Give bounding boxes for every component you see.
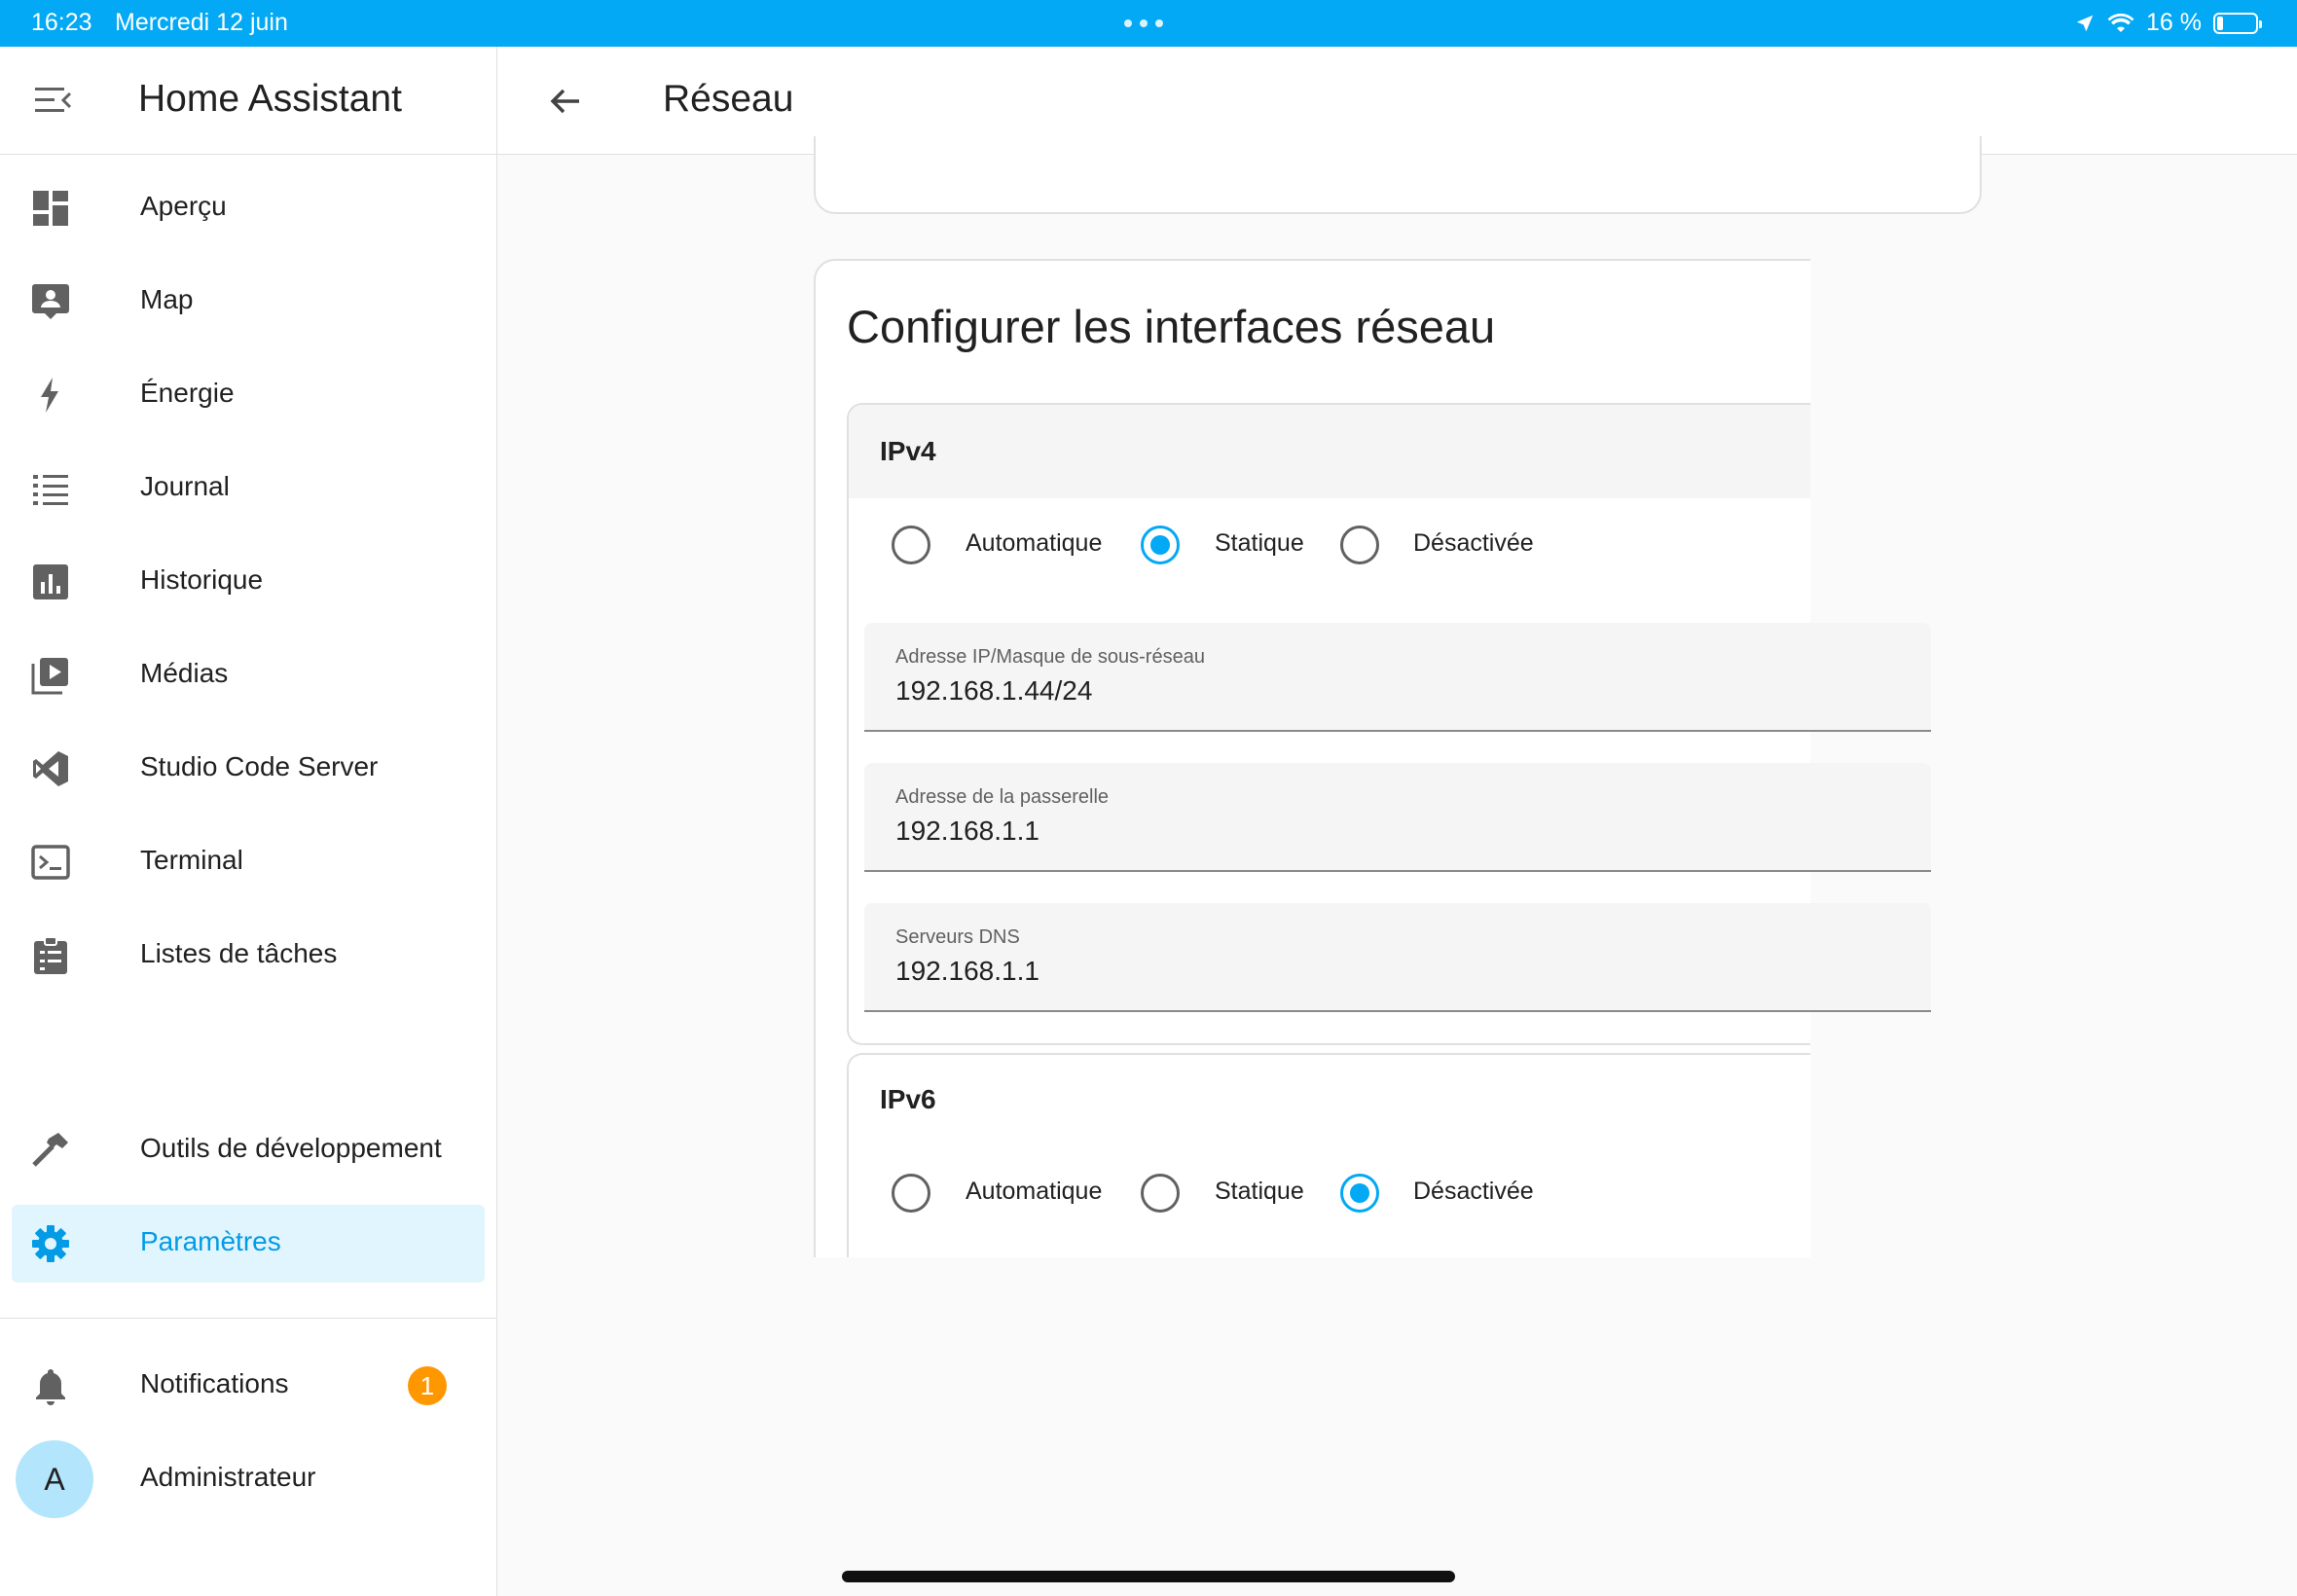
gateway-label: Adresse de la passerelle xyxy=(895,786,1110,808)
previous-card xyxy=(814,136,1982,214)
sidebar-item-listes-de-taches[interactable]: Listes de tâches xyxy=(12,917,485,995)
bell-icon xyxy=(36,1369,65,1405)
sidebar-item-energie[interactable]: Énergie xyxy=(12,356,485,434)
sidebar-item-medias[interactable]: Médias xyxy=(12,636,485,714)
menu-open-icon[interactable] xyxy=(35,86,72,115)
ipv6-desactivee-radio[interactable] xyxy=(1340,1174,1379,1213)
ipv4-automatique-radio[interactable] xyxy=(892,526,930,564)
ip-address-value[interactable]: 192.168.1.44/24 xyxy=(895,675,1092,707)
page-title: Réseau xyxy=(663,78,794,120)
clipboard-list-icon xyxy=(34,936,67,974)
list-icon xyxy=(33,475,68,505)
sidebar-item-notifications[interactable]: Notifications 1 xyxy=(12,1347,485,1425)
ipv6-statique-radio[interactable] xyxy=(1141,1174,1180,1213)
sidebar-item-parametres[interactable]: Paramètres xyxy=(12,1205,485,1283)
avatar: A xyxy=(16,1440,93,1518)
cog-icon xyxy=(32,1225,69,1262)
sidebar-item-label: Administrateur xyxy=(140,1462,316,1492)
hammer-icon xyxy=(32,1133,68,1167)
battery-icon xyxy=(2213,12,2262,34)
ip-address-field[interactable]: Adresse IP/Masque de sous-réseau 192.168… xyxy=(864,623,1931,732)
gateway-field[interactable]: Adresse de la passerelle 192.168.1.1 xyxy=(864,763,1931,872)
ipv4-automatique-label[interactable]: Automatique xyxy=(966,529,1102,558)
ip-address-label: Adresse IP/Masque de sous-réseau xyxy=(895,646,1205,668)
sidebar-header: Home Assistant xyxy=(0,47,496,155)
console-icon xyxy=(31,845,70,880)
vscode-icon xyxy=(33,751,68,786)
play-box-multiple-icon xyxy=(31,658,68,695)
dns-servers-field[interactable]: Serveurs DNS 192.168.1.1 xyxy=(864,903,1931,1012)
ipv6-section: IPv6 Automatique Statique Désactivée xyxy=(847,1053,1810,1257)
sidebar-item-user[interactable]: A Administrateur xyxy=(12,1440,485,1518)
ipv6-mode-radio-group: Automatique Statique Désactivée xyxy=(849,1174,1534,1232)
sidebar-item-map[interactable]: Map xyxy=(12,263,485,341)
sidebar-item-label: Map xyxy=(140,284,194,314)
sidebar-title: Home Assistant xyxy=(138,78,402,120)
sidebar-item-label: Notifications xyxy=(140,1368,289,1398)
dns-servers-label: Serveurs DNS xyxy=(895,926,1020,948)
sidebar-item-label: Journal xyxy=(140,471,230,501)
status-bar: 16:23 Mercredi 12 juin 16 % xyxy=(0,0,2297,47)
sidebar: Home Assistant Aperçu Map Énergie Journa… xyxy=(0,47,497,1596)
ipv4-title: IPv4 xyxy=(880,436,936,466)
sidebar-item-label: Outils de développement xyxy=(140,1133,442,1163)
sidebar-item-journal[interactable]: Journal xyxy=(12,450,485,527)
ipv4-statique-radio[interactable] xyxy=(1141,526,1180,564)
network-interfaces-card: Configurer les interfaces réseau IPv4 Au… xyxy=(814,259,1810,1257)
sidebar-item-label: Médias xyxy=(140,658,229,688)
sidebar-item-studio-code-server[interactable]: Studio Code Server xyxy=(12,730,485,808)
ipv4-mode-radio-group: Automatique Statique Désactivée xyxy=(849,526,1534,584)
notification-count-badge: 1 xyxy=(408,1366,447,1405)
sidebar-item-apercu[interactable]: Aperçu xyxy=(12,169,485,247)
ipv6-title: IPv6 xyxy=(880,1084,936,1114)
sidebar-item-terminal[interactable]: Terminal xyxy=(12,823,485,901)
ipv6-header[interactable]: IPv6 xyxy=(849,1055,1810,1148)
ipv4-desactivee-label[interactable]: Désactivée xyxy=(1413,529,1534,558)
location-arrow-icon xyxy=(2076,15,2094,31)
sidebar-item-label: Énergie xyxy=(140,378,235,408)
map-account-icon xyxy=(32,284,69,319)
sidebar-divider xyxy=(0,1318,496,1319)
card-title: Configurer les interfaces réseau xyxy=(847,301,1496,352)
ipv6-automatique-label[interactable]: Automatique xyxy=(966,1178,1102,1206)
status-time: 16:23 xyxy=(31,9,92,36)
wifi-icon xyxy=(2107,13,2134,32)
ipv6-statique-label[interactable]: Statique xyxy=(1215,1178,1304,1206)
ipv6-automatique-radio[interactable] xyxy=(892,1174,930,1213)
home-indicator[interactable] xyxy=(842,1571,1455,1582)
sidebar-item-label: Listes de tâches xyxy=(140,938,338,968)
ipv4-desactivee-radio[interactable] xyxy=(1340,526,1379,564)
arrow-left-icon[interactable] xyxy=(546,82,585,121)
sidebar-item-outils-de-developpement[interactable]: Outils de développement xyxy=(12,1111,485,1189)
dns-servers-value[interactable]: 192.168.1.1 xyxy=(895,956,1039,987)
ipv4-statique-label[interactable]: Statique xyxy=(1215,529,1304,558)
ipv4-header[interactable]: IPv4 xyxy=(849,405,1810,498)
sidebar-item-label: Terminal xyxy=(140,845,243,875)
sidebar-item-label: Historique xyxy=(140,564,264,595)
sidebar-item-label: Paramètres xyxy=(140,1226,281,1256)
sidebar-item-label: Aperçu xyxy=(140,191,227,221)
chart-box-icon xyxy=(33,564,68,599)
sidebar-item-historique[interactable]: Historique xyxy=(12,543,485,621)
sidebar-item-label: Studio Code Server xyxy=(140,751,379,781)
dashboard-icon xyxy=(33,191,68,226)
multitasking-dots-icon[interactable] xyxy=(1124,19,1163,27)
lightning-icon xyxy=(41,378,58,413)
gateway-value[interactable]: 192.168.1.1 xyxy=(895,816,1039,847)
status-date: Mercredi 12 juin xyxy=(115,9,288,36)
ipv6-desactivee-label[interactable]: Désactivée xyxy=(1413,1178,1534,1206)
battery-percent: 16 % xyxy=(2146,9,2202,36)
